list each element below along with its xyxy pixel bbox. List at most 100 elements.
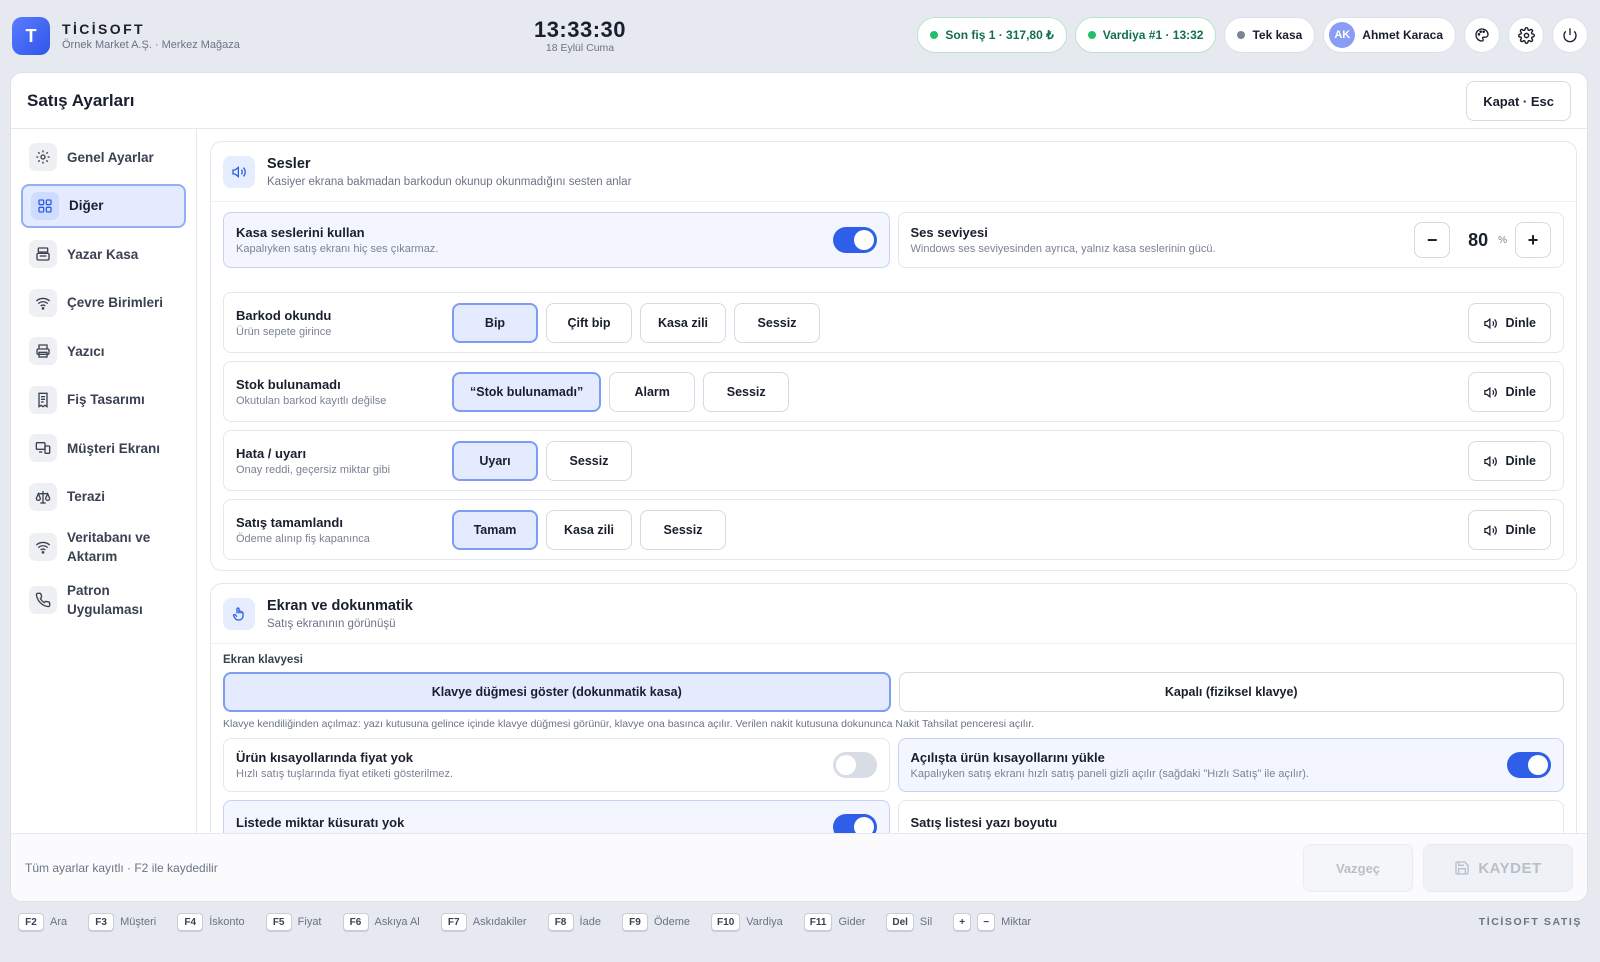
sidebar-item-database[interactable]: Veritabanı ve Aktarım (21, 523, 186, 571)
listen-button[interactable]: Dinle (1468, 510, 1551, 550)
sounds-subtitle: Kasiyer ekrana bakmadan barkodun okunup … (267, 175, 632, 188)
sidebar-item-general[interactable]: Genel Ayarlar (21, 135, 186, 179)
font-size-label: Satış listesi yazı boyutu (910, 814, 1058, 830)
load-shortcuts-label: Açılışta ürün kısayollarını yükle (910, 750, 1105, 765)
sidebar-item-label: Diğer (69, 198, 104, 213)
volume-value[interactable]: 80 (1456, 230, 1500, 251)
cancel-button[interactable]: Vazgeç (1303, 844, 1413, 892)
sound-option[interactable]: Sessiz (703, 371, 790, 412)
sound-option[interactable]: Çift bip (546, 302, 632, 343)
sidebar-item-peripherals[interactable]: Çevre Birimleri (21, 281, 186, 325)
shortcut-item-quantity[interactable]: + − Miktar (953, 913, 1031, 931)
sidebar-item-other[interactable]: Diğer (21, 183, 186, 228)
load-shortcuts-tile[interactable]: Açılışta ürün kısayollarını yükle Kapalı… (897, 738, 1564, 792)
user-chip[interactable]: AK Ahmet Karaca (1323, 17, 1456, 53)
sidebar-item-receipt-design[interactable]: Fiş Tasarımı (21, 378, 186, 422)
shortcut-key: F11 (803, 913, 833, 931)
listen-button[interactable]: Dinle (1468, 372, 1551, 412)
sound-option[interactable]: Sessiz (640, 509, 726, 550)
clock-date: 18 Eylül Cuma (545, 42, 615, 54)
screen-header: Ekran ve dokunmatik Satış ekranının görü… (211, 584, 1576, 644)
online-dot-icon (1087, 31, 1096, 39)
shift-chip[interactable]: Vardiya #1 · 13:32 (1074, 17, 1217, 53)
sound-option[interactable]: Uyarı (452, 440, 538, 481)
hand-pointer-icon (223, 597, 255, 630)
no-fraction-toggle[interactable] (832, 814, 877, 835)
shortcut-item[interactable]: Del Sil (886, 913, 932, 931)
close-button[interactable]: Kapat · Esc (1466, 81, 1571, 121)
modal-footer: Tüm ayarlar kayıtlı · F2 ile kaydedilir … (11, 833, 1587, 901)
sidebar-item-printer[interactable]: Yazıcı (21, 329, 186, 373)
load-shortcuts-desc: Kapalıyken satış ekranı hızlı satış pane… (910, 768, 1309, 780)
no-fraction-tile[interactable]: Listede miktar küsuratı yok (223, 800, 890, 835)
no-price-label: Ürün kısayollarında fiyat yok (236, 750, 414, 765)
event-desc: Okutulan barkod kayıtlı değilse (236, 394, 387, 407)
use-sounds-tile[interactable]: Kasa seslerini kullan Kapalıyken satış e… (223, 212, 890, 268)
shift-text: Vardiya #1 · 13:32 (1102, 28, 1204, 42)
speaker-icon (223, 155, 255, 188)
volume-increase-button[interactable]: + (1515, 222, 1551, 258)
sidebar-item-scale[interactable]: Terazi (21, 475, 186, 519)
settings-button[interactable] (1508, 17, 1544, 53)
power-button[interactable] (1552, 17, 1588, 53)
sidebar-item-label: Yazar Kasa (67, 246, 139, 262)
cash-register-icon (29, 240, 57, 268)
keyboard-option-touch[interactable]: Klavye düğmesi göster (dokunmatik kasa) (223, 672, 891, 712)
shortcut-item[interactable]: F9 Ödeme (621, 913, 690, 931)
shortcut-item[interactable]: F2 Ara (18, 913, 67, 931)
sidebar-item-cash-register[interactable]: Yazar Kasa (21, 232, 186, 276)
listen-button[interactable]: Dinle (1468, 441, 1551, 481)
listen-button[interactable]: Dinle (1468, 303, 1551, 343)
use-sounds-toggle[interactable] (832, 227, 877, 253)
keyboard-option-physical[interactable]: Kapalı (fiziksel klavye) (898, 672, 1564, 712)
online-dot-icon (930, 31, 939, 39)
shortcut-item[interactable]: F7 Askıdakiler (440, 913, 527, 931)
shortcut-item[interactable]: F3 Müşteri (88, 913, 156, 931)
shortcut-key: F10 (711, 913, 741, 931)
sound-option[interactable]: Bip (452, 302, 538, 343)
power-icon (1563, 28, 1577, 43)
sound-options: Tamam Kasa zili Sessiz (452, 509, 726, 550)
sound-option[interactable]: Sessiz (734, 302, 820, 343)
sound-option[interactable]: Tamam (452, 509, 538, 550)
wifi-icon (29, 533, 57, 561)
modal-header: Satış Ayarları Kapat · Esc (11, 73, 1587, 129)
sidebar-item-label: Patron Uygulaması (67, 582, 143, 617)
app-logo: T (12, 17, 50, 55)
theme-button[interactable] (1464, 17, 1500, 53)
volume-decrease-button[interactable]: − (1414, 222, 1451, 258)
sounds-body: Kasa seslerini kullan Kapalıyken satış e… (211, 202, 1576, 570)
shortcut-item[interactable]: F4 İskonto (177, 913, 245, 931)
sidebar-item-label: Çevre Birimleri (67, 295, 164, 310)
sound-option[interactable]: “Stok bulunamadı” (452, 371, 602, 412)
save-button[interactable]: KAYDET (1423, 844, 1573, 892)
shortcut-key: F4 (177, 913, 204, 931)
sound-option[interactable]: Alarm (609, 371, 696, 412)
no-price-tile[interactable]: Ürün kısayollarında fiyat yok Hızlı satı… (223, 738, 890, 792)
sidebar-item-customer-display[interactable]: Müşteri Ekranı (21, 426, 186, 470)
screen-body: Ekran klavyesi Klavye düğmesi göster (do… (211, 644, 1576, 835)
shortcut-item[interactable]: F5 Fiyat (265, 913, 322, 931)
last-receipt-chip[interactable]: Son fiş 1 · 317,80 ₺ (917, 17, 1067, 53)
shortcut-item[interactable]: F8 İade (547, 913, 601, 931)
shortcut-item[interactable]: F6 Askıya Al (342, 913, 420, 931)
no-price-toggle[interactable] (832, 752, 877, 778)
settings-content[interactable]: Sesler Kasiyer ekrana bakmadan barkodun … (198, 129, 1587, 835)
shortcut-item[interactable]: F10 Vardiya (711, 913, 783, 931)
shortcut-key: − (977, 913, 996, 931)
sidebar-item-label: Genel Ayarlar (67, 149, 154, 165)
load-shortcuts-toggle[interactable] (1507, 752, 1551, 778)
list-settings-row: Listede miktar küsuratı yok Satış listes… (223, 800, 1564, 835)
sound-option[interactable]: Kasa zili (546, 509, 632, 550)
sound-option[interactable]: Sessiz (546, 440, 632, 481)
shortcut-key: F7 (440, 913, 467, 931)
keyboard-options: Klavye düğmesi göster (dokunmatik kasa) … (223, 672, 1564, 712)
sound-option[interactable]: Kasa zili (640, 302, 726, 343)
shortcut-key: F3 (88, 913, 115, 931)
shortcut-item[interactable]: F11 Gider (803, 913, 865, 931)
font-size-tile: Satış listesi yazı boyutu (897, 800, 1564, 835)
no-price-desc: Hızlı satış tuşlarında fiyat etiketi gös… (236, 768, 454, 780)
register-chip[interactable]: Tek kasa (1224, 17, 1316, 53)
sidebar-item-boss-app[interactable]: Patron Uygulaması (21, 576, 186, 624)
sidebar-item-label: Fiş Tasarımı (67, 392, 145, 407)
